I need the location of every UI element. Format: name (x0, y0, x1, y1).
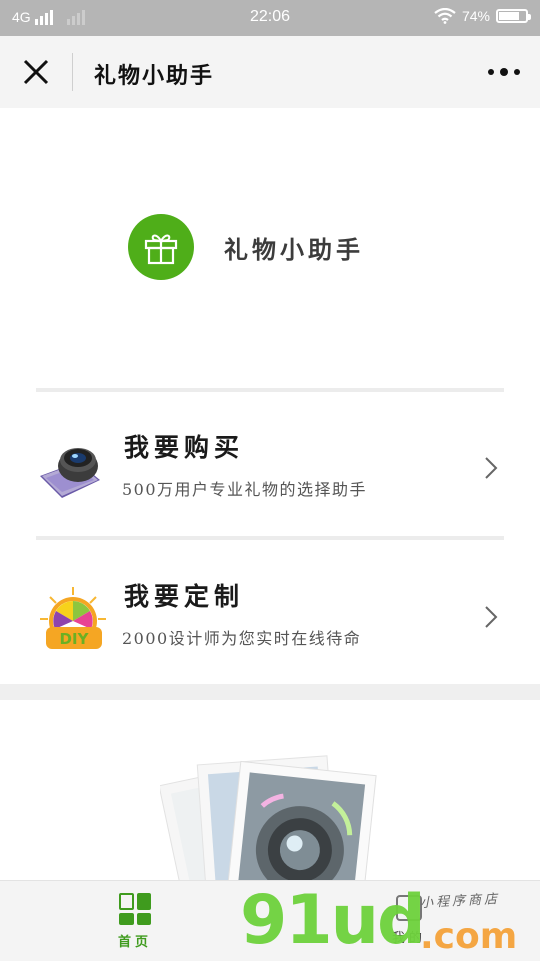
svg-text:DIY: DIY (60, 630, 90, 648)
watermark-logo-text: 91ud (240, 881, 426, 960)
status-right: 74% (434, 8, 531, 24)
wifi-icon (434, 8, 456, 24)
status-bar: 4G 22:06 74% (0, 0, 540, 36)
section-separator (0, 684, 540, 700)
tab-home[interactable]: 首页 (112, 893, 158, 955)
gift-icon (128, 214, 194, 280)
battery-icon (496, 9, 531, 23)
brand-header: 礼物小助手 (128, 214, 364, 280)
watermark-caption: 小程序商店 (419, 891, 501, 912)
more-dot (514, 69, 520, 75)
menu-title: 我要定制 (124, 582, 245, 611)
divider (36, 536, 504, 540)
battery-percent: 74% (461, 8, 490, 24)
photo-stack-image (160, 750, 380, 880)
menu-item-customize[interactable]: DIY 我要定制 2000设计师为您实时在线待命 (0, 545, 540, 685)
more-button[interactable] (488, 62, 520, 82)
menu-item-buy[interactable]: 我要购买 500万用户专业礼物的选择助手 (0, 396, 540, 536)
lemon-diy-icon: DIY (38, 585, 108, 655)
more-dot (500, 68, 508, 76)
home-grid-icon (119, 893, 151, 925)
chevron-right-icon (485, 457, 498, 479)
nav-divider (72, 53, 73, 91)
brand-name: 礼物小助手 (224, 234, 364, 264)
close-icon (23, 59, 49, 85)
page-title: 礼物小助手 (94, 63, 215, 89)
camera-lens-icon (38, 436, 108, 506)
more-dot (488, 69, 494, 75)
watermark: 91ud 小程序商店 .com (240, 886, 530, 960)
menu-title: 我要购买 (124, 433, 245, 462)
menu-subtitle: 2000设计师为您实时在线待命 (122, 629, 362, 648)
tab-label: 首页 (117, 935, 152, 950)
close-button[interactable] (20, 58, 52, 86)
nav-bar: 礼物小助手 (0, 36, 540, 108)
chevron-right-icon (485, 606, 498, 628)
watermark-domain: .com (420, 916, 518, 957)
menu-subtitle: 500万用户专业礼物的选择助手 (122, 480, 368, 499)
divider (36, 388, 504, 392)
